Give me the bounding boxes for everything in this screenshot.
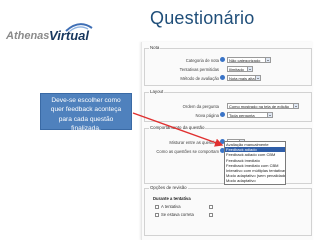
red-arrow-icon (132, 112, 224, 147)
slide: Athenas Virtual Questionário Deve-se esc… (0, 0, 320, 240)
